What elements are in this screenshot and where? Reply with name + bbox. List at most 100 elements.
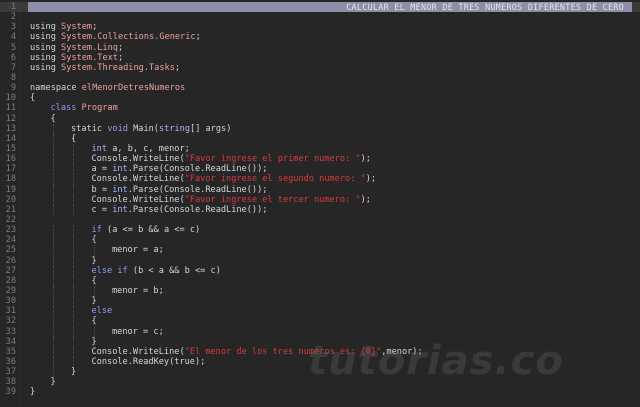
- code-token: {: [71, 133, 77, 144]
- code-token: int: [112, 184, 128, 195]
- line-number: 5: [10, 42, 16, 53]
- code-text: menor = b;: [112, 286, 164, 296]
- line-number: 4: [10, 32, 16, 43]
- code-line[interactable]: 11 class Program: [0, 103, 640, 113]
- code-line[interactable]: 20 Console.WriteLine("Favor ingrese el te…: [0, 194, 640, 205]
- indent-guide: [73, 235, 75, 246]
- line-number: 7: [10, 62, 16, 73]
- indent-guide: [73, 194, 75, 205]
- code-line[interactable]: 14 {: [0, 133, 640, 144]
- indent-guide: [73, 296, 75, 307]
- code-line[interactable]: 22: [0, 215, 640, 225]
- code-token: namespace: [30, 83, 82, 94]
- code-line[interactable]: 7 using System.Threading.Tasks;: [0, 63, 640, 73]
- code-text: using System.Collections.Generic;: [30, 32, 201, 42]
- code-token: ;: [117, 42, 124, 53]
- code-token: else: [91, 306, 113, 317]
- code-line[interactable]: 31 else: [0, 306, 640, 317]
- code-line[interactable]: 17 a = int.Parse(Console.ReadLine());: [0, 164, 640, 175]
- code-line[interactable]: 16 Console.WriteLine("Favor ingrese el pr…: [0, 154, 640, 165]
- code-token: else if: [91, 265, 133, 276]
- code-text: {: [92, 276, 97, 286]
- indent-guide: [52, 306, 55, 317]
- indent-guide: [52, 154, 55, 165]
- indent-guide: [93, 285, 96, 297]
- code-line[interactable]: 6 using System.Text;: [0, 53, 640, 63]
- code-line[interactable]: 12 {: [0, 114, 640, 124]
- indent-guide: [73, 336, 75, 347]
- code-line[interactable]: 38}: [0, 377, 640, 387]
- code-line[interactable]: 26}: [0, 255, 640, 266]
- code-line[interactable]: 23 if (a <= b && a <= c): [0, 225, 640, 236]
- code-line[interactable]: 3 using System;: [0, 22, 640, 32]
- code-line[interactable]: 27 else if (b < a && b <= c): [0, 265, 640, 276]
- code-line[interactable]: 28 {: [0, 275, 640, 286]
- code-text: a = int.Parse(Console.ReadLine());: [92, 164, 268, 174]
- code-line[interactable]: 15 int a, b, c, menor;: [0, 143, 640, 155]
- code-token: a, b, c, menor;: [112, 143, 190, 154]
- code-text: Console.WriteLine("Favor ingrese el terc…: [92, 195, 371, 205]
- code-line[interactable]: 35 Console.WriteLine("El menor de los tre…: [0, 346, 640, 357]
- code-line[interactable]: 18 Console.WriteLine("Favor ingrese el se…: [0, 174, 640, 185]
- code-line[interactable]: 37}: [0, 367, 640, 378]
- code-line[interactable]: 4 using System.Collections.Generic;: [0, 32, 640, 42]
- code-line[interactable]: 13 static void Main(string[] args): [0, 123, 640, 134]
- indent-guide: [73, 316, 75, 327]
- indent-guide: [73, 164, 75, 175]
- line-number: 6: [10, 52, 16, 63]
- line-number: 25: [5, 245, 16, 256]
- indent-guide: [73, 306, 75, 317]
- code-line[interactable]: 9 namespace elMenorDetresNumeros: [0, 83, 640, 93]
- code-line[interactable]: 2: [0, 12, 640, 22]
- code-token: );: [360, 194, 371, 205]
- code-text: namespace elMenorDetresNumeros: [30, 83, 185, 93]
- indent-guide: [73, 143, 75, 155]
- code-line[interactable]: 8: [0, 73, 640, 83]
- indent-guide: [73, 356, 75, 368]
- code-lines[interactable]: 1 CALCULAR EL MENOR DE TRES NUMEROS DIFER…: [0, 2, 640, 397]
- code-token: Console.WriteLine(: [91, 154, 185, 165]
- indent-guide: [73, 346, 75, 357]
- code-token: ;: [195, 32, 201, 43]
- code-line[interactable]: 30}: [0, 296, 640, 307]
- indent-guide: [73, 225, 75, 236]
- code-text: c = int.Parse(Console.ReadLine());: [92, 205, 268, 215]
- code-token: System.Threading.Tasks: [61, 62, 175, 73]
- code-text: Console.WriteLine("Favor ingrese el prim…: [92, 154, 371, 164]
- line-number: 11: [5, 103, 16, 114]
- code-line[interactable]: 5 using System.Linq;: [0, 43, 640, 53]
- code-line[interactable]: 19 b = int.Parse(Console.ReadLine());: [0, 184, 640, 195]
- code-token: }: [91, 336, 97, 347]
- code-line[interactable]: 32 {: [0, 316, 640, 327]
- line-number: 17: [5, 164, 16, 175]
- code-token: {: [50, 113, 56, 124]
- code-editor[interactable]: 1 CALCULAR EL MENOR DE TRES NUMEROS DIFER…: [0, 0, 640, 407]
- code-line[interactable]: 25 menor = a;: [0, 245, 640, 256]
- code-token: using: [30, 22, 62, 33]
- code-token: using: [30, 42, 62, 53]
- indent-guide: [73, 174, 75, 185]
- indent-guide: [73, 245, 75, 256]
- indent-guide: [93, 326, 96, 337]
- code-token: }: [50, 377, 56, 388]
- code-line[interactable]: 29 menor = b;: [0, 285, 640, 297]
- code-line[interactable]: 24 {: [0, 235, 640, 246]
- line-number: 37: [5, 367, 16, 378]
- code-line[interactable]: 10 {: [0, 93, 640, 103]
- code-line[interactable]: 33 menor = c;: [0, 326, 640, 337]
- indent-guide: [52, 235, 55, 246]
- code-text: Console.ReadKey(true);: [92, 357, 206, 367]
- code-line[interactable]: 1 CALCULAR EL MENOR DE TRES NUMEROS DIFER…: [0, 2, 640, 13]
- code-text: {: [71, 134, 76, 144]
- code-token: menor = a;: [112, 245, 164, 256]
- code-text: using System.Linq;: [30, 43, 123, 53]
- code-line[interactable]: 34}: [0, 336, 640, 347]
- code-token: ;: [92, 22, 98, 33]
- code-token: );: [365, 174, 377, 185]
- code-line[interactable]: 21 c = int.Parse(Console.ReadLine());: [0, 204, 640, 215]
- indent-guide: [52, 204, 55, 215]
- header-comment-bar: CALCULAR EL MENOR DE TRES NUMEROS DIFERE…: [28, 2, 632, 13]
- code-line[interactable]: 39}: [0, 387, 640, 397]
- code-token: Console.WriteLine(: [91, 174, 185, 185]
- code-line[interactable]: 36 Console.ReadKey(true);: [0, 356, 640, 368]
